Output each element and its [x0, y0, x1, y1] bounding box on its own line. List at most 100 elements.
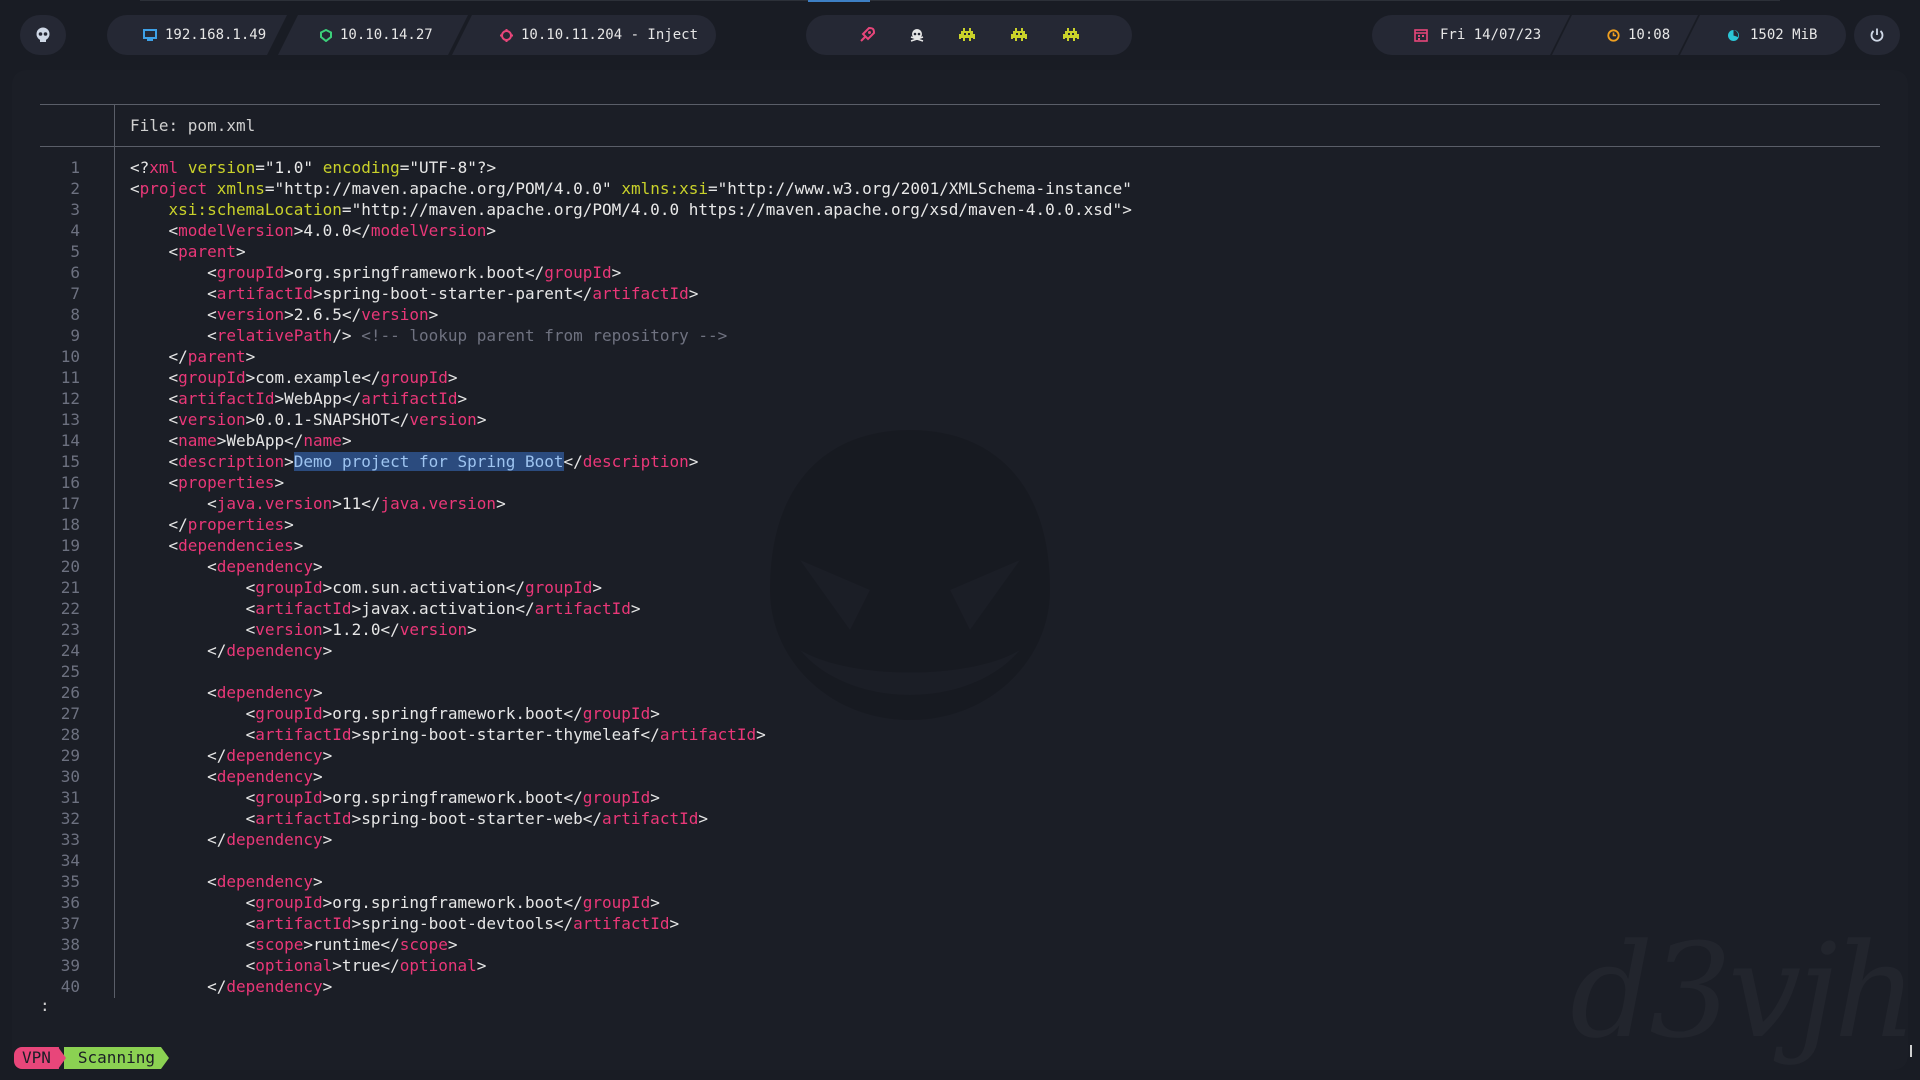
header-top-rule [40, 104, 1880, 105]
code-line: 32 <artifactId>spring-boot-starter-web</… [40, 808, 1880, 829]
line-number: 14 [60, 431, 80, 450]
vpn-status-badge: VPN [14, 1047, 59, 1069]
code-line: 37 <artifactId>spring-boot-devtools</art… [40, 913, 1880, 934]
line-number: 35 [60, 872, 80, 891]
code-line: 38 <scope>runtime</scope> [40, 934, 1880, 955]
vpn-status-arrow [57, 1047, 66, 1069]
line-text: </dependency> [130, 977, 333, 996]
memory-segment[interactable]: 1502 MiB [1680, 15, 1846, 55]
code-line: 6 <groupId>org.springframework.boot</gro… [40, 262, 1880, 283]
code-line: 20 <dependency> [40, 556, 1880, 577]
line-number: 31 [60, 788, 80, 807]
scanning-status-badge: Scanning [64, 1047, 169, 1069]
code-line: 4 <modelVersion>4.0.0</modelVersion> [40, 220, 1880, 241]
line-text: <version>0.0.1-SNAPSHOT</version> [130, 410, 487, 429]
code-line: 19 <dependencies> [40, 535, 1880, 556]
local-ip-segment[interactable]: 192.168.1.49 [107, 15, 287, 55]
line-text: </dependency> [130, 746, 333, 765]
line-text: </parent> [130, 347, 256, 366]
line-number: 27 [60, 704, 80, 723]
line-text: <groupId>org.springframework.boot</group… [130, 893, 660, 912]
line-text: <artifactId>javax.activation</artifactId… [130, 599, 641, 618]
line-number: 1 [70, 158, 80, 177]
menu-skull-button[interactable] [20, 15, 66, 55]
line-number: 10 [60, 347, 80, 366]
target-ip-label: 10.10.11.204 - Inject [521, 27, 699, 43]
workspace-4[interactable] [1009, 28, 1029, 42]
line-text: <groupId>org.springframework.boot</group… [130, 263, 622, 282]
line-text: <dependency> [130, 683, 323, 702]
line-number: 4 [70, 221, 80, 240]
code-line: 11 <groupId>com.example</groupId> [40, 367, 1880, 388]
time-label: 10:08 [1628, 27, 1671, 43]
code-line: 25 [40, 661, 1880, 682]
line-number: 16 [60, 473, 80, 492]
active-workspace-indicator [808, 0, 870, 2]
line-number: 34 [60, 851, 80, 870]
line-text: <artifactId>WebApp</artifactId> [130, 389, 468, 408]
calendar-icon [1414, 28, 1428, 42]
code-line: 33 </dependency> [40, 829, 1880, 850]
pager-prompt[interactable]: : [40, 996, 50, 1015]
target-ip-segment[interactable]: 10.10.11.204 - Inject [452, 15, 716, 55]
code-line: 9 <relativePath/> <!-- lookup parent fro… [40, 325, 1880, 346]
code-line: 31 <groupId>org.springframework.boot</gr… [40, 787, 1880, 808]
invader-icon [1063, 28, 1079, 41]
top-bar: 192.168.1.49 10.10.14.27 10.10.11.204 - … [0, 0, 1920, 70]
code-line: 16 <properties> [40, 472, 1880, 493]
line-text: <dependency> [130, 872, 323, 891]
line-text: <java.version>11</java.version> [130, 494, 506, 513]
line-text: <artifactId>spring-boot-devtools</artifa… [130, 914, 680, 933]
line-number: 17 [60, 494, 80, 513]
target-icon [500, 28, 513, 42]
line-number: 39 [60, 956, 80, 975]
header-bottom-rule [40, 146, 1880, 147]
line-number: 23 [60, 620, 80, 639]
line-number: 2 [70, 179, 80, 198]
line-number: 11 [60, 368, 80, 387]
power-button[interactable] [1854, 15, 1900, 55]
line-number: 9 [70, 326, 80, 345]
line-text: <groupId>org.springframework.boot</group… [130, 788, 660, 807]
line-text: <description>Demo project for Spring Boo… [130, 452, 699, 471]
workspace-5[interactable] [1061, 28, 1081, 42]
top-divider [140, 0, 1780, 1]
time-segment[interactable]: 10:08 [1552, 15, 1698, 55]
line-number: 22 [60, 599, 80, 618]
line-text: </dependency> [130, 641, 333, 660]
date-segment[interactable]: Fri 14/07/23 [1372, 15, 1570, 55]
vpn-ip-segment[interactable]: 10.10.14.27 [278, 15, 468, 55]
line-number: 26 [60, 683, 80, 702]
line-text: <artifactId>spring-boot-starter-thymelea… [130, 725, 766, 744]
line-number: 24 [60, 641, 80, 660]
workspace-1[interactable] [857, 25, 877, 45]
line-number: 12 [60, 389, 80, 408]
header-gutter-rule [114, 104, 115, 146]
code-line: 23 <version>1.2.0</version> [40, 619, 1880, 640]
status-bar: VPN Scanning [14, 1047, 169, 1069]
code-line: 27 <groupId>org.springframework.boot</gr… [40, 703, 1880, 724]
workspace-3[interactable] [957, 28, 977, 42]
workspace-2[interactable] [909, 27, 925, 43]
line-number: 18 [60, 515, 80, 534]
invader-icon [1011, 28, 1027, 41]
line-number: 38 [60, 935, 80, 954]
vpn-ip-label: 10.10.14.27 [340, 27, 433, 43]
line-text: xsi:schemaLocation="http://maven.apache.… [168, 200, 1132, 219]
line-text: </properties> [130, 515, 294, 534]
line-text: <optional>true</optional> [130, 956, 487, 975]
line-number: 8 [70, 305, 80, 324]
code-view[interactable]: 1 <?xml version="1.0" encoding="UTF-8"?> 2… [40, 157, 1880, 997]
line-number: 6 [70, 263, 80, 282]
code-line: 39 <optional>true</optional> [40, 955, 1880, 976]
code-line: 21 <groupId>com.sun.activation</groupId> [40, 577, 1880, 598]
file-header: File: pom.xml [130, 116, 256, 135]
line-text: <properties> [130, 473, 285, 492]
code-line: 24 </dependency> [40, 640, 1880, 661]
line-number: 19 [60, 536, 80, 555]
code-line: 13 <version>0.0.1-SNAPSHOT</version> [40, 409, 1880, 430]
line-text: <dependency> [130, 557, 323, 576]
code-line: 22 <artifactId>javax.activation</artifac… [40, 598, 1880, 619]
code-line: 12 <artifactId>WebApp</artifactId> [40, 388, 1880, 409]
line-text: <groupId>org.springframework.boot</group… [130, 704, 660, 723]
